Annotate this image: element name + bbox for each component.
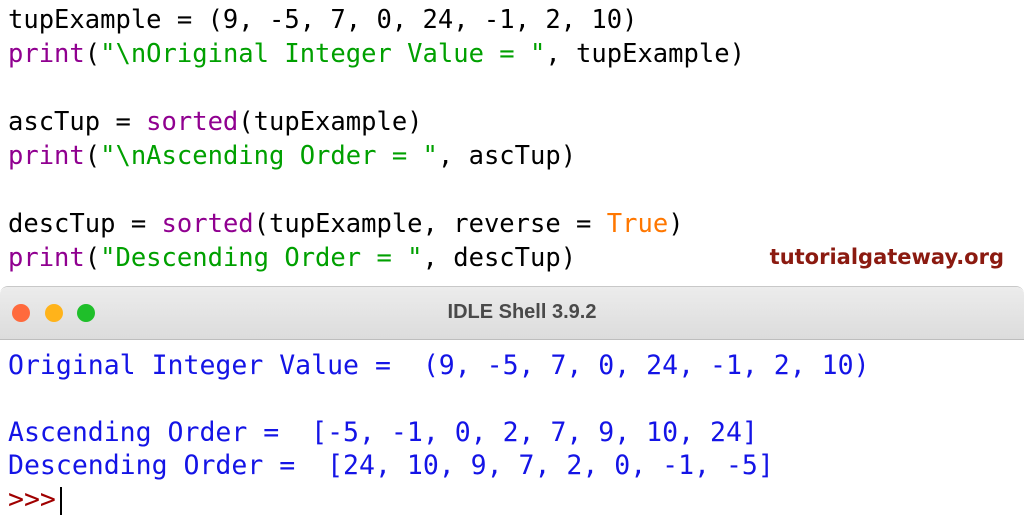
idle-shell-window: IDLE Shell 3.9.2 Original Integer Value …	[0, 286, 1024, 519]
code-line-5: descTup = sorted(tupExample, reverse = T…	[8, 207, 684, 241]
builtin-token: print	[8, 243, 85, 273]
watermark: tutorialgateway.org	[769, 245, 1004, 269]
code-line-4: print("\nAscending Order = ", ascTup)	[8, 139, 576, 173]
keyword-token: True	[606, 209, 669, 239]
builtin-token: sorted	[146, 107, 239, 137]
string-token: "\nOriginal Integer Value = "	[100, 39, 546, 69]
shell-prompt: >>>	[8, 484, 56, 515]
code-line-6: print("Descending Order = ", descTup)	[8, 241, 576, 275]
code-token: (tupExample)	[238, 107, 423, 137]
code-token: tupExample = (9, -5, 7, 0, 24, -1, 2, 10…	[8, 5, 638, 35]
output-line: Original Integer Value = (9, -5, 7, 0, 2…	[8, 350, 870, 381]
code-token: , descTup)	[422, 243, 577, 273]
code-line-2: print("\nOriginal Integer Value = ", tup…	[8, 37, 745, 71]
code-line-1: tupExample = (9, -5, 7, 0, 24, -1, 2, 10…	[8, 3, 637, 37]
code-token: ascTup =	[8, 107, 147, 137]
code-token: , tupExample)	[545, 39, 745, 69]
code-line-3: ascTup = sorted(tupExample)	[8, 105, 423, 139]
text-cursor	[59, 486, 62, 515]
output-line: Descending Order = [24, 10, 9, 7, 2, 0, …	[8, 450, 774, 481]
code-token: )	[668, 209, 684, 239]
output-line: Ascending Order = [-5, -1, 0, 2, 7, 9, 1…	[8, 417, 758, 448]
builtin-token: print	[8, 141, 85, 171]
string-token: "Descending Order = "	[100, 243, 423, 273]
string-token: "\nAscending Order = "	[100, 141, 438, 171]
title-bar[interactable]: IDLE Shell 3.9.2	[0, 287, 1024, 340]
code-token: , ascTup)	[437, 141, 577, 171]
window-title: IDLE Shell 3.9.2	[447, 301, 597, 323]
prompt-line[interactable]: >>>	[8, 483, 62, 517]
code-token: (	[84, 39, 101, 69]
code-token: (tupExample, reverse =	[253, 209, 607, 239]
code-token: descTup =	[8, 209, 162, 239]
code-token: (	[84, 243, 101, 273]
builtin-token: sorted	[161, 209, 254, 239]
code-token: (	[84, 141, 101, 171]
builtin-token: print	[8, 39, 85, 69]
code-editor[interactable]: tupExample = (9, -5, 7, 0, 24, -1, 2, 10…	[0, 0, 1024, 282]
